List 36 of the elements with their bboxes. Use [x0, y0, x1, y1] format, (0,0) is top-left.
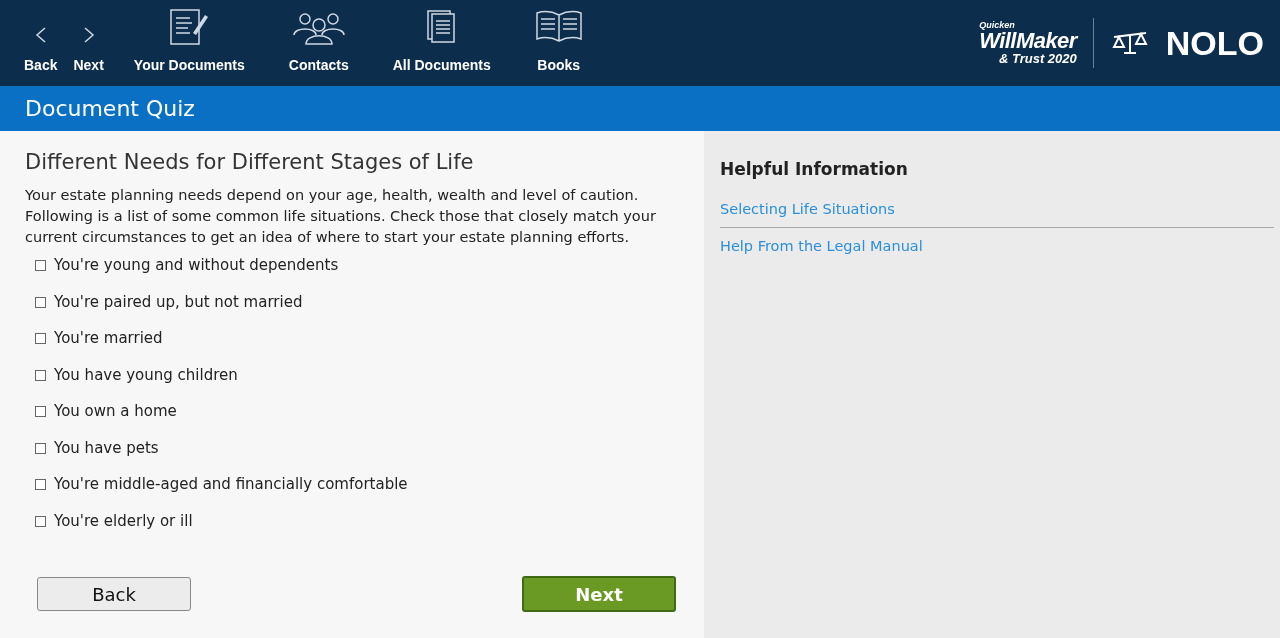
document-stack-icon	[425, 9, 458, 45]
logo-publisher-text: NOLO	[1165, 22, 1264, 64]
option-label: You own a home	[54, 401, 177, 423]
option-label: You're married	[54, 328, 163, 350]
toolbar-button[interactable]: Back	[16, 0, 66, 86]
checkbox[interactable]	[35, 296, 46, 308]
document-pen-icon	[169, 9, 210, 45]
checkbox[interactable]	[35, 260, 46, 271]
checkbox[interactable]	[35, 369, 46, 381]
logo-edition-text: & Trust 2020	[999, 52, 1077, 65]
toolbar-button[interactable]: Your Documents	[111, 0, 267, 86]
people-group-icon	[290, 11, 347, 45]
option-label: You're elderly or ill	[54, 510, 193, 532]
page-title: Document Quiz	[25, 95, 195, 123]
quiz-intro: Your estate planning needs depend on your age, health, wealth and level of caution. Following is a list of some common life situations. Check those that closely match your current circumstances to get an idea of where to start your estate planning efforts.	[25, 186, 657, 248]
option-label: You're middle-aged and financially comfortable	[54, 474, 408, 496]
option-label: You're paired up, but not married	[54, 291, 303, 313]
help-heading: Helpful Information	[720, 158, 909, 181]
option-label: You have pets	[54, 437, 159, 459]
checkbox[interactable]	[35, 406, 46, 417]
open-book-icon	[534, 9, 583, 45]
option-label: You have young children	[54, 364, 238, 386]
quiz-heading: Different Needs for Different Stages of Life	[25, 149, 475, 176]
checkbox[interactable]	[35, 479, 46, 490]
toolbar-button[interactable]: Next	[65, 0, 112, 86]
back-button[interactable]: Back	[37, 577, 191, 611]
checkbox[interactable]	[35, 515, 46, 527]
toolbar-button[interactable]: All Documents	[370, 0, 513, 86]
toolbar-button[interactable]: Contacts	[266, 0, 371, 86]
checkbox[interactable]	[35, 333, 46, 344]
checkbox[interactable]	[35, 442, 46, 454]
option-label: You're young and without dependents	[54, 255, 339, 277]
logo-product-text: WillMaker	[979, 30, 1077, 52]
logo-brand-text: Quicken	[979, 21, 1015, 30]
toolbar-button[interactable]: Books	[512, 0, 605, 86]
chevron-left-icon	[33, 25, 48, 45]
